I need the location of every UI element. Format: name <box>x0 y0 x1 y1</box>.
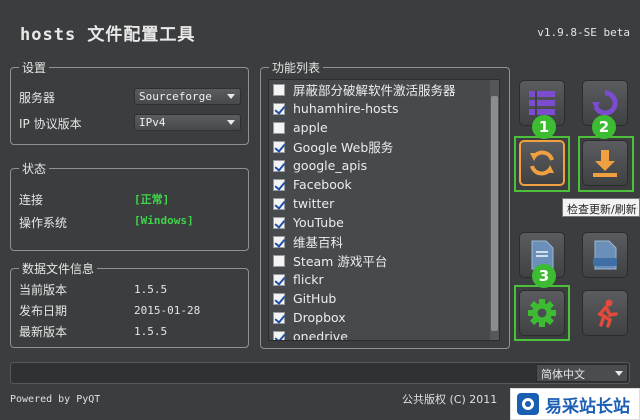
function-checkbox[interactable] <box>273 121 285 134</box>
os-value: [Windows] <box>134 214 194 227</box>
server-select-value: Sourceforge <box>139 90 212 103</box>
language-select-value: 简体中文 <box>541 368 585 381</box>
utf8-file-icon <box>593 240 617 270</box>
running-man-icon <box>597 299 618 328</box>
function-label: GitHub <box>293 291 337 306</box>
function-label: YouTube <box>293 215 344 230</box>
release-date-label: 发布日期 <box>19 304 68 318</box>
function-list-item[interactable]: google_apis <box>269 156 499 175</box>
function-checkbox[interactable] <box>273 197 285 210</box>
copyright: 公共版权 (C) 2011 <box>402 393 498 406</box>
function-checkbox[interactable] <box>273 216 285 229</box>
badge-2: 2 <box>592 115 616 139</box>
connection-label: 连接 <box>19 193 44 207</box>
function-checkbox[interactable] <box>273 140 285 153</box>
function-label: Google Web服务 <box>293 140 394 155</box>
badge-1: 1 <box>532 115 556 139</box>
status-legend: 状态 <box>22 162 47 176</box>
function-checkbox[interactable] <box>273 311 285 324</box>
os-label: 操作系统 <box>19 216 68 230</box>
server-select[interactable]: Sourceforge <box>134 88 241 105</box>
connection-status: [正常] <box>134 193 170 206</box>
export-utf8-button[interactable] <box>582 232 628 278</box>
app-title: hosts 文件配置工具 <box>20 25 196 45</box>
function-checkbox[interactable] <box>273 102 285 115</box>
app-version: v1.9.8-SE beta <box>537 26 630 39</box>
function-list-item[interactable]: GitHub <box>269 289 499 308</box>
download-icon <box>593 150 617 177</box>
function-list-item[interactable]: huhamhire-hosts <box>269 99 499 118</box>
site-logo-icon <box>517 393 539 415</box>
function-list-item[interactable]: Facebook <box>269 175 499 194</box>
function-checkbox[interactable] <box>273 159 285 172</box>
current-version-value: 1.5.5 <box>134 283 168 296</box>
datafile-legend: 数据文件信息 <box>22 262 95 276</box>
function-list-item[interactable]: Steam 游戏平台 <box>269 251 499 270</box>
function-list-item[interactable]: apple <box>269 118 499 137</box>
function-list-item[interactable]: 屏蔽部分破解软件激活服务器 <box>269 80 499 99</box>
check-update-button[interactable] <box>519 140 565 186</box>
function-list-item[interactable]: Dropbox <box>269 308 499 327</box>
function-label: Facebook <box>293 177 352 192</box>
function-label: Steam 游戏平台 <box>293 254 388 269</box>
function-checkbox[interactable] <box>273 254 285 267</box>
ip-version-label: IP 协议版本 <box>19 117 82 131</box>
tooltip: 检查更新/刷新 <box>562 198 640 217</box>
function-label: twitter <box>293 196 335 211</box>
badge-3: 3 <box>532 264 556 288</box>
function-label: onedrive <box>293 329 348 341</box>
refresh-icon <box>530 150 554 176</box>
ip-version-select[interactable]: IPv4 <box>134 114 241 131</box>
scrollbar-thumb[interactable] <box>491 96 498 331</box>
list-scrollbar[interactable] <box>490 80 499 340</box>
function-label: huhamhire-hosts <box>293 101 399 116</box>
watermark-logo: 易采站长站 <box>510 388 640 420</box>
function-checkbox[interactable] <box>273 83 285 96</box>
restore-icon <box>592 90 618 116</box>
function-list-item[interactable]: twitter <box>269 194 499 213</box>
settings-button[interactable] <box>519 290 565 336</box>
status-group: 状态 <box>10 160 249 251</box>
function-list-item[interactable]: 维基百科 <box>269 232 499 251</box>
watermark-text: 易采站长站 <box>545 396 630 417</box>
release-date-value: 2015-01-28 <box>134 304 201 317</box>
function-list-legend: 功能列表 <box>272 61 321 75</box>
function-label: google_apis <box>293 158 368 173</box>
current-version-label: 当前版本 <box>19 283 68 297</box>
function-list-item[interactable]: onedrive <box>269 327 499 341</box>
function-label: 维基百科 <box>293 235 344 250</box>
latest-version-value: 1.5.5 <box>134 325 168 338</box>
function-label: 屏蔽部分破解软件激活服务器 <box>293 83 456 98</box>
function-checkbox[interactable] <box>273 235 285 248</box>
function-checkbox[interactable] <box>273 273 285 286</box>
settings-legend: 设置 <box>22 61 47 75</box>
exit-button[interactable] <box>582 290 628 336</box>
function-list-item[interactable]: Google Web服务 <box>269 137 499 156</box>
function-checkbox[interactable] <box>273 178 285 191</box>
function-list-item[interactable]: flickr <box>269 270 499 289</box>
language-select[interactable]: 简体中文 <box>536 364 628 382</box>
function-checkbox[interactable] <box>273 292 285 305</box>
function-label: Dropbox <box>293 310 346 325</box>
chevron-down-icon <box>227 120 235 125</box>
list-icon <box>529 91 555 115</box>
chevron-down-icon <box>615 371 623 376</box>
function-label: flickr <box>293 272 324 287</box>
powered-by: Powered by PyQT <box>10 394 101 405</box>
gear-icon <box>528 299 556 327</box>
function-label: apple <box>293 120 328 135</box>
fetch-data-button[interactable] <box>582 140 628 186</box>
server-label: 服务器 <box>19 91 56 105</box>
ip-version-select-value: IPv4 <box>139 116 166 129</box>
latest-version-label: 最新版本 <box>19 325 68 339</box>
function-list-item[interactable]: YouTube <box>269 213 499 232</box>
chevron-down-icon <box>227 94 235 99</box>
function-list[interactable]: 屏蔽部分破解软件激活服务器 huhamhire-hosts apple Google … <box>268 79 500 341</box>
function-checkbox[interactable] <box>273 330 285 340</box>
